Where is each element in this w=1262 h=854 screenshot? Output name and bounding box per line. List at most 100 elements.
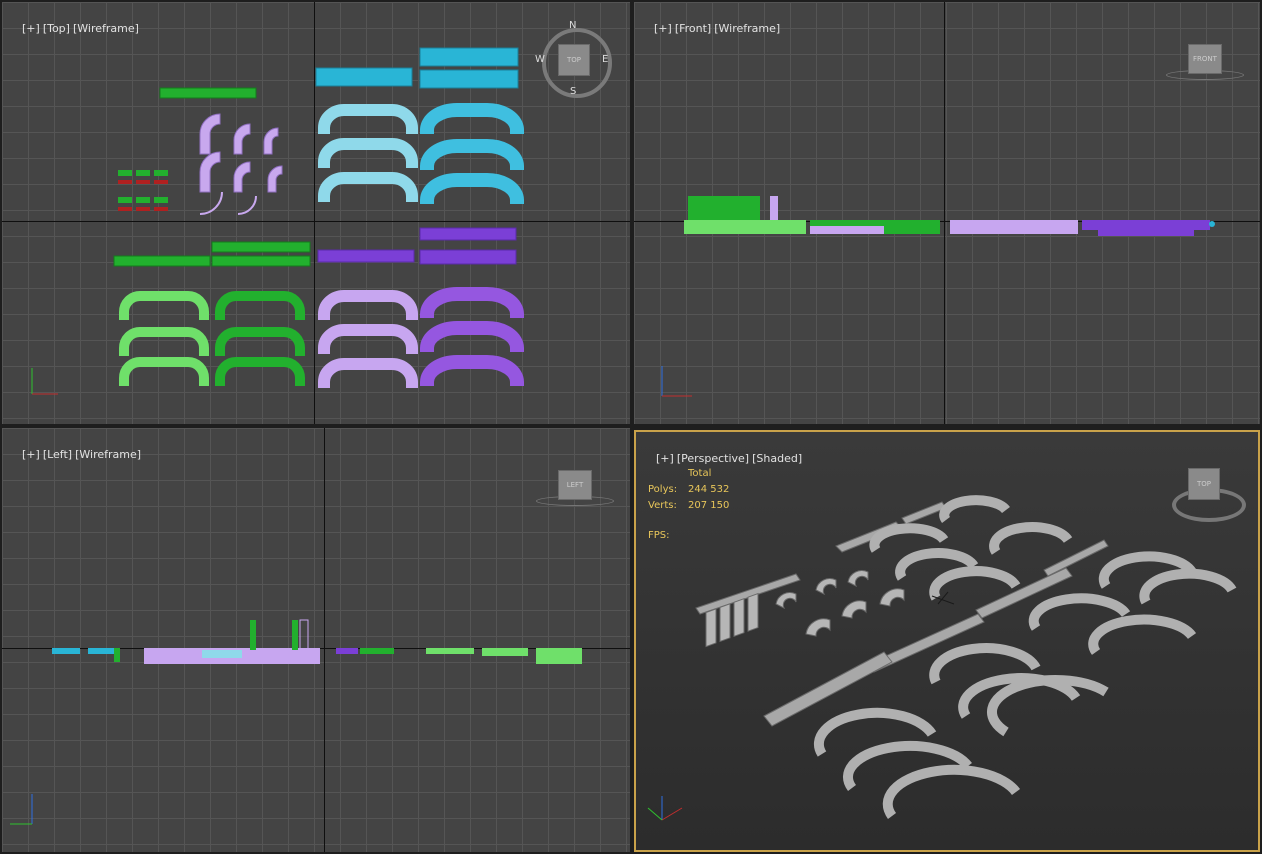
- viewport-menu-button[interactable]: [+]: [22, 448, 40, 461]
- arch-piece: [987, 674, 1109, 737]
- green-parts-block: [688, 196, 760, 220]
- corner-outline: [237, 195, 257, 215]
- arch-piece: [882, 764, 1021, 819]
- arch-piece: [420, 173, 524, 204]
- arch-piece: [420, 139, 524, 170]
- view-type-button[interactable]: [Top]: [43, 22, 70, 35]
- small-part: [136, 197, 150, 203]
- small-part: [154, 197, 168, 203]
- scene-statistics: Total Polys: 244 532 Verts: 207 150 FPS:: [648, 466, 729, 544]
- view-type-button[interactable]: [Left]: [43, 448, 72, 461]
- small-part: [154, 170, 168, 176]
- small-part: [136, 207, 150, 211]
- green-profile: [114, 648, 120, 662]
- arch-piece: [119, 291, 209, 320]
- cyan-arches: [420, 103, 524, 204]
- arch-piece: [989, 522, 1073, 555]
- viewport-menu-button[interactable]: [+]: [22, 22, 40, 35]
- lavender-corners: [199, 113, 283, 193]
- view-type-button[interactable]: [Front]: [675, 22, 711, 35]
- green-straight-piece: [211, 241, 311, 253]
- cyan-profile: [52, 648, 80, 654]
- viewport-left-label[interactable]: [+] [Left] [Wireframe]: [8, 435, 144, 474]
- viewport-front-label[interactable]: [+] [Front] [Wireframe]: [640, 9, 783, 48]
- shaded-small-parts: [705, 570, 905, 648]
- top-view-geometry[interactable]: [2, 2, 630, 424]
- small-part: [136, 180, 150, 184]
- viewport-left[interactable]: [+] [Left] [Wireframe] LEFT: [2, 428, 630, 852]
- arch-piece: [939, 495, 1010, 524]
- viewport-top[interactable]: [+] [Top] [Wireframe] TOP N S E W: [2, 2, 630, 424]
- light-green-strip: [684, 220, 806, 234]
- purple-straight-piece: [419, 249, 517, 265]
- light-cyan-block: [202, 650, 242, 658]
- front-view-geometry[interactable]: [634, 2, 1260, 424]
- light-green-block: [536, 648, 582, 664]
- small-part: [118, 207, 132, 211]
- panel-piece: [747, 592, 759, 632]
- purple-strip: [1098, 228, 1194, 236]
- axis-tripod: [647, 796, 683, 821]
- green-post: [250, 620, 256, 650]
- light-green-arches: [119, 291, 209, 386]
- arch-piece: [318, 138, 418, 168]
- arch-piece: [318, 324, 418, 354]
- light-green-profile: [482, 648, 528, 656]
- corner-outline: [199, 191, 223, 215]
- corner-piece: [233, 123, 251, 155]
- arch-piece: [318, 104, 418, 134]
- corner-piece: [775, 592, 797, 610]
- green-straight-piece: [159, 87, 257, 99]
- viewport-front[interactable]: [+] [Front] [Wireframe] FRONT: [634, 2, 1260, 424]
- polys-value: 244 532: [688, 484, 730, 495]
- axis-tripod: [661, 366, 692, 397]
- green-post: [292, 620, 298, 650]
- shading-mode-button[interactable]: [Wireframe]: [73, 22, 139, 35]
- arch-piece: [318, 290, 418, 320]
- view-type-button[interactable]: [Perspective]: [677, 452, 749, 465]
- green-profile: [360, 648, 394, 654]
- panel-piece: [719, 603, 731, 643]
- small-part: [154, 207, 168, 211]
- arch-piece: [215, 291, 305, 320]
- purple-arches: [420, 287, 524, 386]
- polys-label: Polys:: [648, 484, 678, 495]
- lavender-post: [770, 196, 778, 220]
- purple-profile: [336, 648, 358, 654]
- arch-piece: [420, 321, 524, 352]
- light-green-profile: [426, 648, 474, 654]
- viewport-perspective[interactable]: [+] [Perspective] [Shaded] Total Polys: 244…: [634, 430, 1260, 852]
- viewport-menu-button[interactable]: [+]: [654, 22, 672, 35]
- corner-piece: [805, 618, 831, 637]
- verts-label: Verts:: [648, 500, 677, 511]
- corner-piece: [233, 161, 251, 193]
- viewport-menu-button[interactable]: [+]: [656, 452, 674, 465]
- corner-piece: [841, 600, 867, 619]
- purple-straight-piece: [317, 249, 415, 263]
- small-part: [154, 180, 168, 184]
- cyan-straight-piece: [315, 67, 413, 87]
- axis-tripod: [31, 368, 58, 395]
- fps-label: FPS:: [648, 530, 670, 541]
- arch-piece: [420, 355, 524, 386]
- lavender-strip: [950, 220, 1078, 234]
- corner-piece: [263, 127, 279, 155]
- green-straight-piece: [211, 255, 311, 267]
- perspective-view-geometry[interactable]: [636, 432, 1260, 852]
- small-red-parts: [118, 180, 168, 211]
- shading-mode-button[interactable]: [Shaded]: [752, 452, 802, 465]
- arch-piece: [119, 357, 209, 386]
- panel-piece: [705, 608, 717, 648]
- arch-piece: [215, 357, 305, 386]
- viewport-top-label[interactable]: [+] [Top] [Wireframe]: [8, 9, 142, 48]
- arch-piece: [1139, 568, 1237, 605]
- verts-value: 207 150: [688, 500, 730, 511]
- arch-piece: [215, 327, 305, 356]
- arch-piece: [318, 172, 418, 202]
- left-view-geometry[interactable]: [2, 428, 630, 852]
- corner-piece: [815, 578, 837, 596]
- cyan-straight-piece: [419, 69, 519, 89]
- shading-mode-button[interactable]: [Wireframe]: [75, 448, 141, 461]
- small-green-parts: [118, 170, 168, 203]
- shading-mode-button[interactable]: [Wireframe]: [714, 22, 780, 35]
